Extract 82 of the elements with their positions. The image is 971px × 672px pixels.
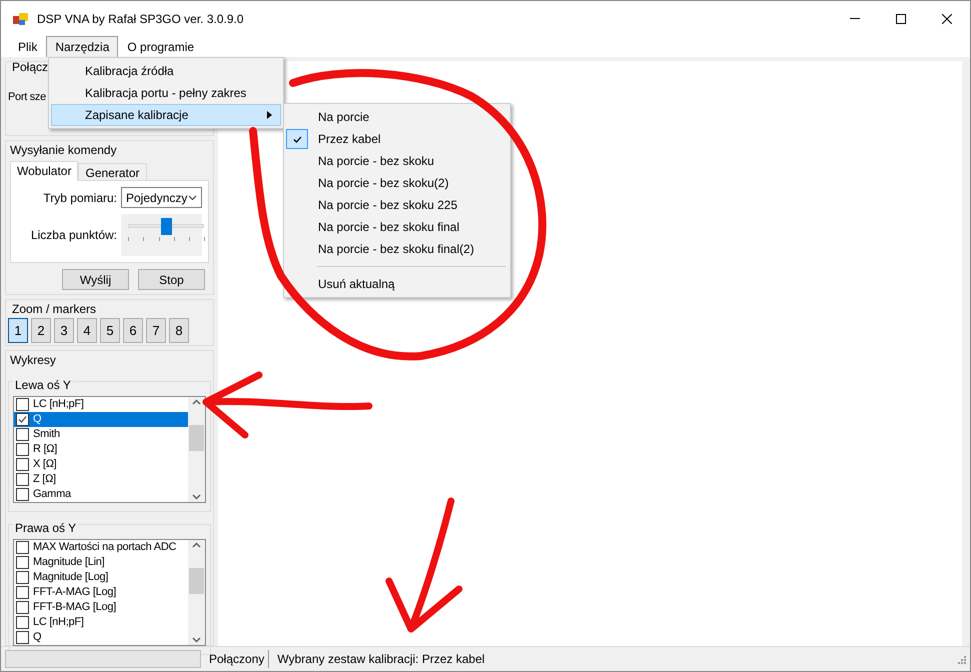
list-item[interactable]: Q (14, 630, 188, 645)
menu-entry[interactable]: Na porcie (284, 106, 510, 128)
menu-entry[interactable]: Usuń aktualną (284, 273, 510, 295)
checkbox-list[interactable]: MAX Wartości na portach ADC Magnitude [Lin] Magnitude [Log] FFT-A-MAG [Log] FFT-B-MAG [Log] LC [nH;pF] Q (13, 539, 206, 646)
group-title: Zoom / markers (11, 301, 96, 318)
list-item[interactable]: Q (14, 412, 188, 427)
zoom-button[interactable]: 1 (8, 318, 28, 343)
list-item[interactable]: Gamma (14, 487, 188, 502)
window-title: DSP VNA by Rafał SP3GO ver. 3.0.9.0 (37, 10, 244, 28)
list-item[interactable]: Z [Ω] (14, 472, 188, 487)
zoom-button[interactable]: 3 (54, 318, 74, 343)
list-item[interactable]: FFT-A-MAG [Log] (14, 585, 188, 600)
checkbox[interactable] (16, 571, 29, 584)
checkbox[interactable] (16, 458, 29, 471)
chevron-down-icon (188, 194, 197, 200)
tab[interactable]: Wobulator (10, 161, 78, 181)
menu-item[interactable]: Narzędzia (46, 36, 118, 57)
menu-item[interactable]: O programie (118, 36, 204, 57)
field-label: Liczba punktów: (30, 227, 117, 244)
port-label: Port sze (8, 90, 46, 105)
scrollbar[interactable] (188, 397, 205, 502)
list-item[interactable]: LC [nH;pF] (14, 615, 188, 630)
checkmark-icon (18, 415, 27, 424)
resize-grip-icon (956, 654, 966, 664)
list-item[interactable]: R [Ω] (14, 442, 188, 457)
points-slider[interactable] (121, 214, 202, 256)
maximize-icon (896, 14, 906, 24)
menu-entry[interactable]: Kalibracja portu - pełny zakres (51, 82, 281, 104)
tab[interactable]: Generator (78, 163, 147, 181)
checkbox[interactable] (16, 398, 29, 411)
checkmark-icon (292, 136, 302, 142)
field-label: Tryb pomiaru: (42, 190, 117, 206)
list-item[interactable]: FFT-B-MAG [Log] (14, 600, 188, 615)
group-title: Wysyłanie komendy (10, 142, 117, 159)
checkbox[interactable] (16, 428, 29, 441)
menu-entry[interactable]: Na porcie - bez skoku final (284, 216, 510, 238)
checkbox-list[interactable]: LC [nH;pF] Q Smith R [Ω] X [Ω] Z [Ω] Gamma (13, 396, 206, 503)
menu-entry[interactable]: Na porcie - bez skoku (284, 150, 510, 172)
checkbox[interactable] (16, 541, 29, 554)
list-item[interactable]: MAX Wartości na portach ADC (14, 540, 188, 555)
menu-entry[interactable]: Na porcie - bez skoku 225 (284, 194, 510, 216)
checkbox[interactable] (16, 473, 29, 486)
status-message: Wybrany zestaw kalibracji: Przez kabel (276, 651, 486, 668)
checkbox[interactable] (16, 443, 29, 456)
menu-entry[interactable]: Kalibracja źródła (51, 60, 281, 82)
scroll-thumb[interactable] (189, 568, 204, 594)
list-item[interactable]: LC [nH;pF] (14, 397, 188, 412)
list-item[interactable]: Magnitude [Lin] (14, 555, 188, 570)
zoom-button[interactable]: 2 (31, 318, 51, 343)
menu-entry[interactable]: Przez kabel (284, 128, 510, 150)
list-item[interactable]: Smith (14, 427, 188, 442)
checkbox[interactable] (16, 488, 29, 501)
checkbox[interactable] (16, 556, 29, 569)
command-button[interactable]: Stop (138, 269, 205, 290)
zoom-button[interactable]: 4 (77, 318, 97, 343)
checkbox[interactable] (16, 586, 29, 599)
menu-entry[interactable]: Na porcie - bez skoku(2) (284, 172, 510, 194)
app-icon (13, 12, 29, 26)
command-button[interactable]: Wyślij (62, 269, 129, 290)
close-icon (942, 14, 952, 24)
checkbox[interactable] (16, 631, 29, 644)
status-text: Połączony (205, 650, 270, 668)
checkbox[interactable] (16, 616, 29, 629)
menu-entry[interactable]: Zapisane kalibracje (51, 104, 281, 126)
group-title: Połącz (12, 59, 48, 76)
scroll-thumb[interactable] (189, 424, 204, 450)
zoom-button[interactable]: 5 (100, 318, 120, 343)
mode-dropdown[interactable]: Pojedynczy (121, 187, 202, 208)
zoom-button[interactable]: 7 (146, 318, 166, 343)
scrollbar[interactable] (188, 540, 205, 645)
group-title: Wykresy (9, 352, 56, 369)
menu-entry[interactable]: Na porcie - bez skoku final(2) (284, 238, 510, 260)
zoom-button[interactable]: 6 (123, 318, 143, 343)
list-item[interactable]: Magnitude [Log] (14, 570, 188, 585)
submenu-arrow-icon (267, 111, 272, 119)
slider-thumb[interactable] (160, 218, 172, 235)
zoom-button[interactable]: 8 (169, 318, 189, 343)
menu-item[interactable]: Plik (9, 36, 46, 57)
list-item[interactable]: X [Ω] (14, 457, 188, 472)
checkbox[interactable] (16, 413, 29, 426)
minimize-icon (850, 18, 860, 19)
checkbox[interactable] (16, 601, 29, 614)
